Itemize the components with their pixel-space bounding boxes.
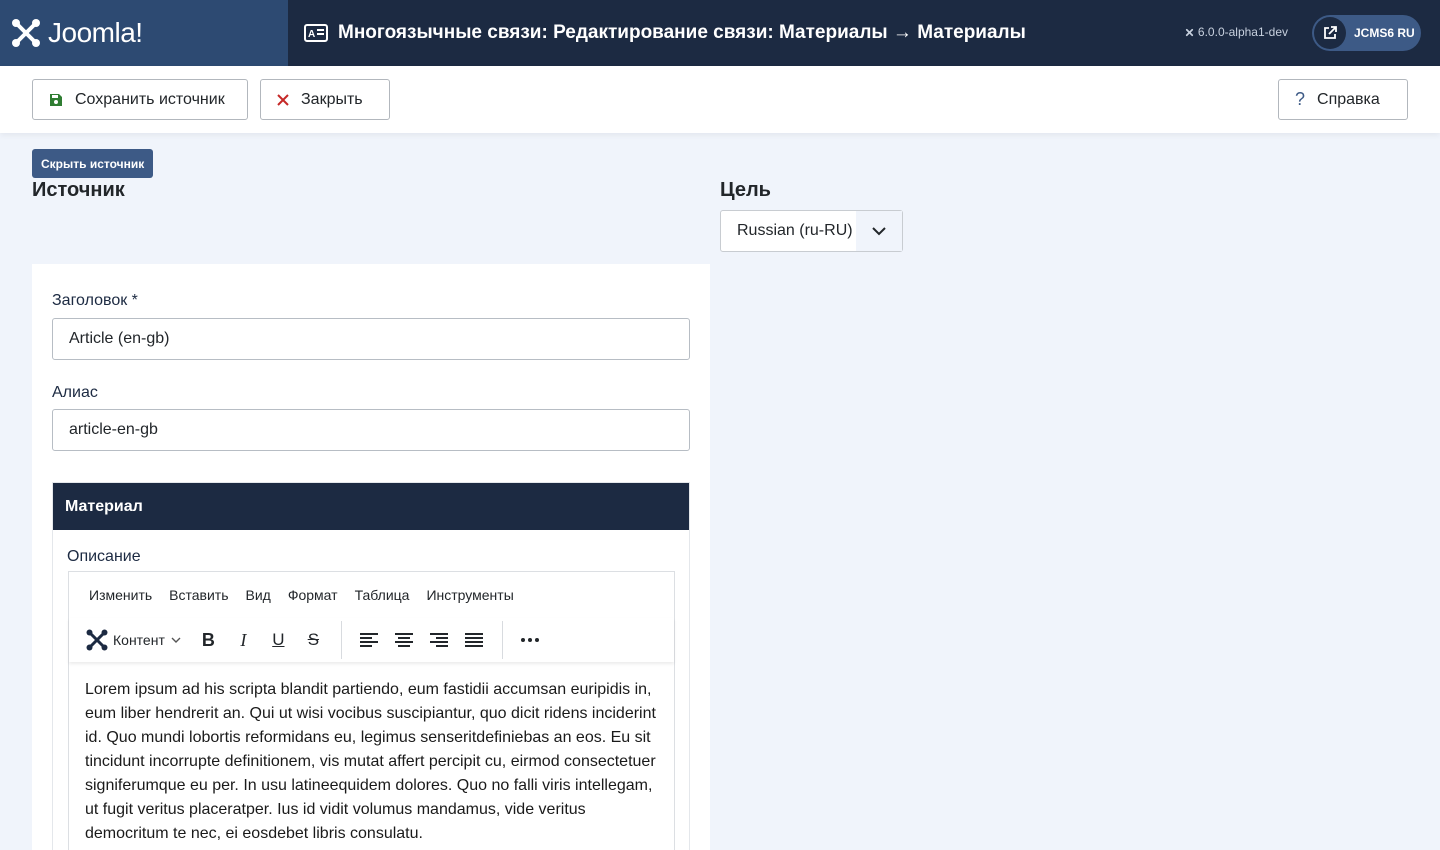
menu-tools[interactable]: Инструменты bbox=[426, 587, 513, 603]
article-card-title: Материал bbox=[53, 483, 689, 530]
logo-text: Joomla! bbox=[48, 17, 143, 48]
toolbar-divider bbox=[501, 621, 503, 659]
alias-input[interactable]: article-en-gb bbox=[52, 409, 690, 451]
svg-text:A: A bbox=[308, 29, 315, 40]
bold-icon: B bbox=[201, 629, 215, 650]
more-button[interactable] bbox=[513, 625, 548, 655]
italic-button[interactable]: I bbox=[226, 625, 261, 655]
source-panel: Заголовок * Article (en-gb) Алиас articl… bbox=[32, 264, 710, 850]
version-info: 6.0.0-alpha1-dev bbox=[1184, 25, 1288, 39]
rich-text-editor: Изменить Вставить Вид Формат Таблица Инс… bbox=[68, 571, 675, 850]
help-label: Справка bbox=[1317, 90, 1380, 108]
logo[interactable]: Joomla! bbox=[0, 0, 288, 66]
target-language-value: Russian (ru-RU) bbox=[737, 222, 853, 239]
menu-view[interactable]: Вид bbox=[246, 587, 271, 603]
title-input[interactable]: Article (en-gb) bbox=[52, 318, 690, 360]
align-center-button[interactable] bbox=[387, 625, 422, 655]
language-card-icon: A bbox=[304, 24, 328, 42]
help-button[interactable]: ? Справка bbox=[1278, 79, 1408, 120]
toolbar: Сохранить источник Закрыть ? Справка bbox=[0, 66, 1440, 133]
align-justify-icon bbox=[465, 633, 484, 647]
editor-toolbar: Контент B I U S bbox=[69, 618, 674, 662]
alias-label: Алиас bbox=[52, 384, 98, 401]
menu-insert[interactable]: Вставить bbox=[169, 587, 228, 603]
menu-table[interactable]: Таблица bbox=[355, 587, 410, 603]
align-left-icon bbox=[360, 633, 379, 647]
content-format-dropdown[interactable]: Контент bbox=[85, 628, 181, 652]
site-name: JCMS6 RU bbox=[1354, 26, 1415, 40]
joomla-content-icon bbox=[85, 628, 109, 652]
chevron-down-icon bbox=[856, 211, 902, 251]
title-label: Заголовок * bbox=[52, 292, 138, 309]
content-format-label: Контент bbox=[113, 632, 165, 648]
align-left-button[interactable] bbox=[352, 625, 387, 655]
menu-edit[interactable]: Изменить bbox=[89, 587, 152, 603]
save-source-label: Сохранить источник bbox=[75, 90, 225, 108]
editor-content[interactable]: Lorem ipsum ad his scripta blandit parti… bbox=[69, 662, 674, 846]
editor-menubar: Изменить Вставить Вид Формат Таблица Инс… bbox=[69, 572, 674, 618]
question-icon: ? bbox=[1295, 89, 1306, 109]
bold-button[interactable]: B bbox=[191, 625, 226, 655]
target-language-select[interactable]: Russian (ru-RU) bbox=[720, 210, 903, 252]
version-text: 6.0.0-alpha1-dev bbox=[1197, 25, 1288, 39]
page-title: A Многоязычные связи: Редактирование свя… bbox=[304, 22, 1026, 44]
toolbar-divider bbox=[340, 621, 342, 659]
align-center-icon bbox=[395, 633, 414, 647]
joomla-small-icon bbox=[1184, 27, 1198, 38]
joomla-logo-icon bbox=[10, 17, 42, 49]
strikethrough-icon: S bbox=[307, 630, 320, 649]
align-justify-button[interactable] bbox=[457, 625, 492, 655]
source-heading: Источник bbox=[32, 179, 125, 201]
italic-icon: I bbox=[240, 629, 247, 650]
strikethrough-button[interactable]: S bbox=[296, 625, 331, 655]
app-header: Joomla! A Многоязычные связи: Редактиров… bbox=[0, 0, 1440, 66]
align-right-icon bbox=[430, 633, 449, 647]
close-label: Закрыть bbox=[301, 90, 363, 108]
underline-button[interactable]: U bbox=[261, 625, 296, 655]
chevron-down-icon bbox=[171, 637, 181, 643]
article-card: Материал Описание Изменить Вставить Вид … bbox=[52, 482, 690, 850]
target-heading: Цель bbox=[720, 179, 771, 201]
more-icon bbox=[521, 638, 540, 642]
external-link-icon bbox=[1314, 17, 1346, 49]
page-title-text: Многоязычные связи: Редактирование связи… bbox=[338, 22, 1026, 43]
hide-source-button[interactable]: Скрыть источник bbox=[32, 149, 154, 178]
save-icon bbox=[49, 93, 63, 107]
description-label: Описание bbox=[67, 548, 141, 565]
close-button[interactable]: Закрыть bbox=[260, 79, 390, 120]
close-icon bbox=[277, 93, 289, 106]
underline-icon: U bbox=[272, 630, 285, 649]
align-right-button[interactable] bbox=[422, 625, 457, 655]
view-site-button[interactable]: JCMS6 RU bbox=[1312, 15, 1421, 51]
save-source-button[interactable]: Сохранить источник bbox=[32, 79, 248, 120]
menu-format[interactable]: Формат bbox=[288, 587, 338, 603]
